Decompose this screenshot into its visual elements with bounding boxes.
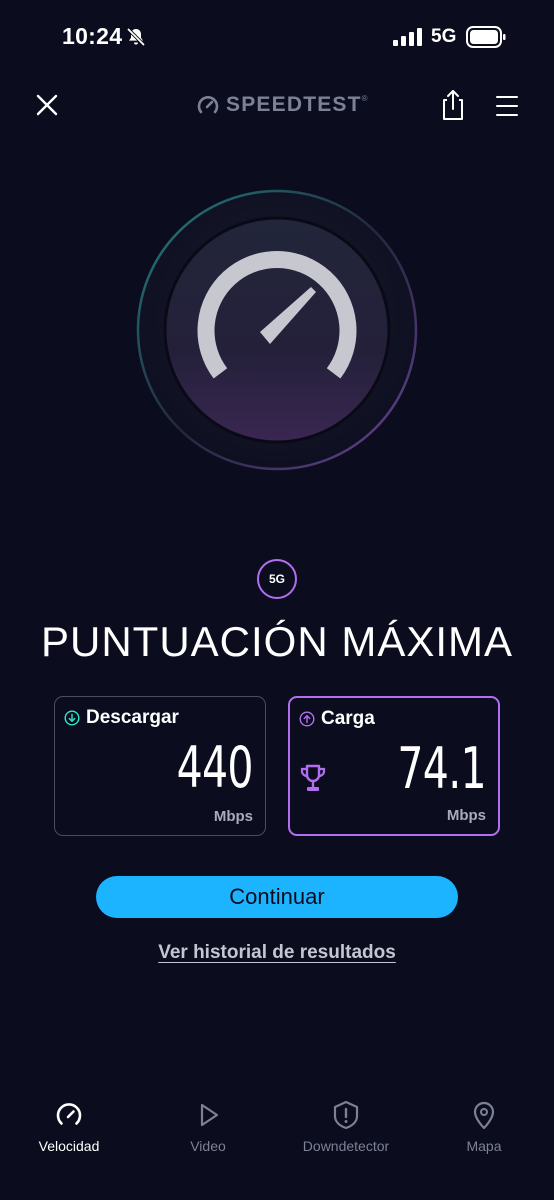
network-type: 5G: [431, 26, 457, 47]
history-link[interactable]: Ver historial de resultados: [0, 942, 554, 964]
menu-icon: [496, 96, 518, 116]
network-badge: 5G: [257, 559, 297, 599]
upload-card: Carga 74.1 Mbps: [288, 696, 500, 836]
brand-name: SPEEDTEST: [226, 93, 362, 116]
speedtest-logo: SPEEDTEST ®: [196, 92, 368, 118]
gauge-icon: [197, 96, 219, 114]
status-time: 10:24: [62, 23, 123, 49]
status-bar: 10:24 5G: [0, 0, 554, 76]
trophy-icon: [300, 764, 326, 791]
bell-slash-icon: [127, 28, 145, 46]
share-button[interactable]: [438, 88, 468, 122]
tab-label: Mapa: [466, 1138, 502, 1154]
signal-icon: [393, 28, 422, 46]
battery-icon: [466, 26, 506, 48]
score-title: PUNTUACIÓN MÁXIMA: [40, 618, 514, 665]
arrow-down-circle-icon: [64, 710, 80, 726]
tab-label: Video: [190, 1138, 226, 1154]
download-card: Descargar 440 Mbps: [54, 696, 266, 836]
tab-mapa[interactable]: Mapa: [429, 1100, 539, 1164]
speed-gauge: [136, 189, 418, 471]
tab-downdetector[interactable]: Downdetector: [291, 1100, 401, 1164]
continue-button[interactable]: Continuar: [96, 876, 458, 918]
speedometer-icon: [56, 1103, 82, 1125]
upload-unit: Mbps: [446, 807, 486, 824]
map-pin-icon: [473, 1101, 495, 1130]
upload-value: 74.1: [397, 736, 486, 802]
arrow-up-circle-icon: [299, 711, 315, 727]
registered-mark: ®: [361, 94, 368, 103]
upload-header: Carga: [299, 708, 375, 730]
download-unit: Mbps: [213, 808, 253, 825]
download-header: Descargar: [64, 707, 179, 729]
close-icon: [36, 94, 58, 116]
tab-video[interactable]: Video: [153, 1100, 263, 1164]
play-icon: [200, 1103, 219, 1127]
menu-button[interactable]: [492, 92, 522, 120]
tab-label: Downdetector: [302, 1138, 390, 1154]
upload-label: Carga: [321, 708, 375, 729]
download-value: 440: [176, 735, 254, 801]
download-label: Descargar: [86, 707, 179, 728]
tab-label: Velocidad: [38, 1138, 100, 1154]
tab-velocidad[interactable]: Velocidad: [14, 1100, 124, 1164]
share-icon: [443, 90, 463, 120]
close-button[interactable]: [30, 88, 64, 122]
alert-badge-icon: [333, 1100, 359, 1130]
